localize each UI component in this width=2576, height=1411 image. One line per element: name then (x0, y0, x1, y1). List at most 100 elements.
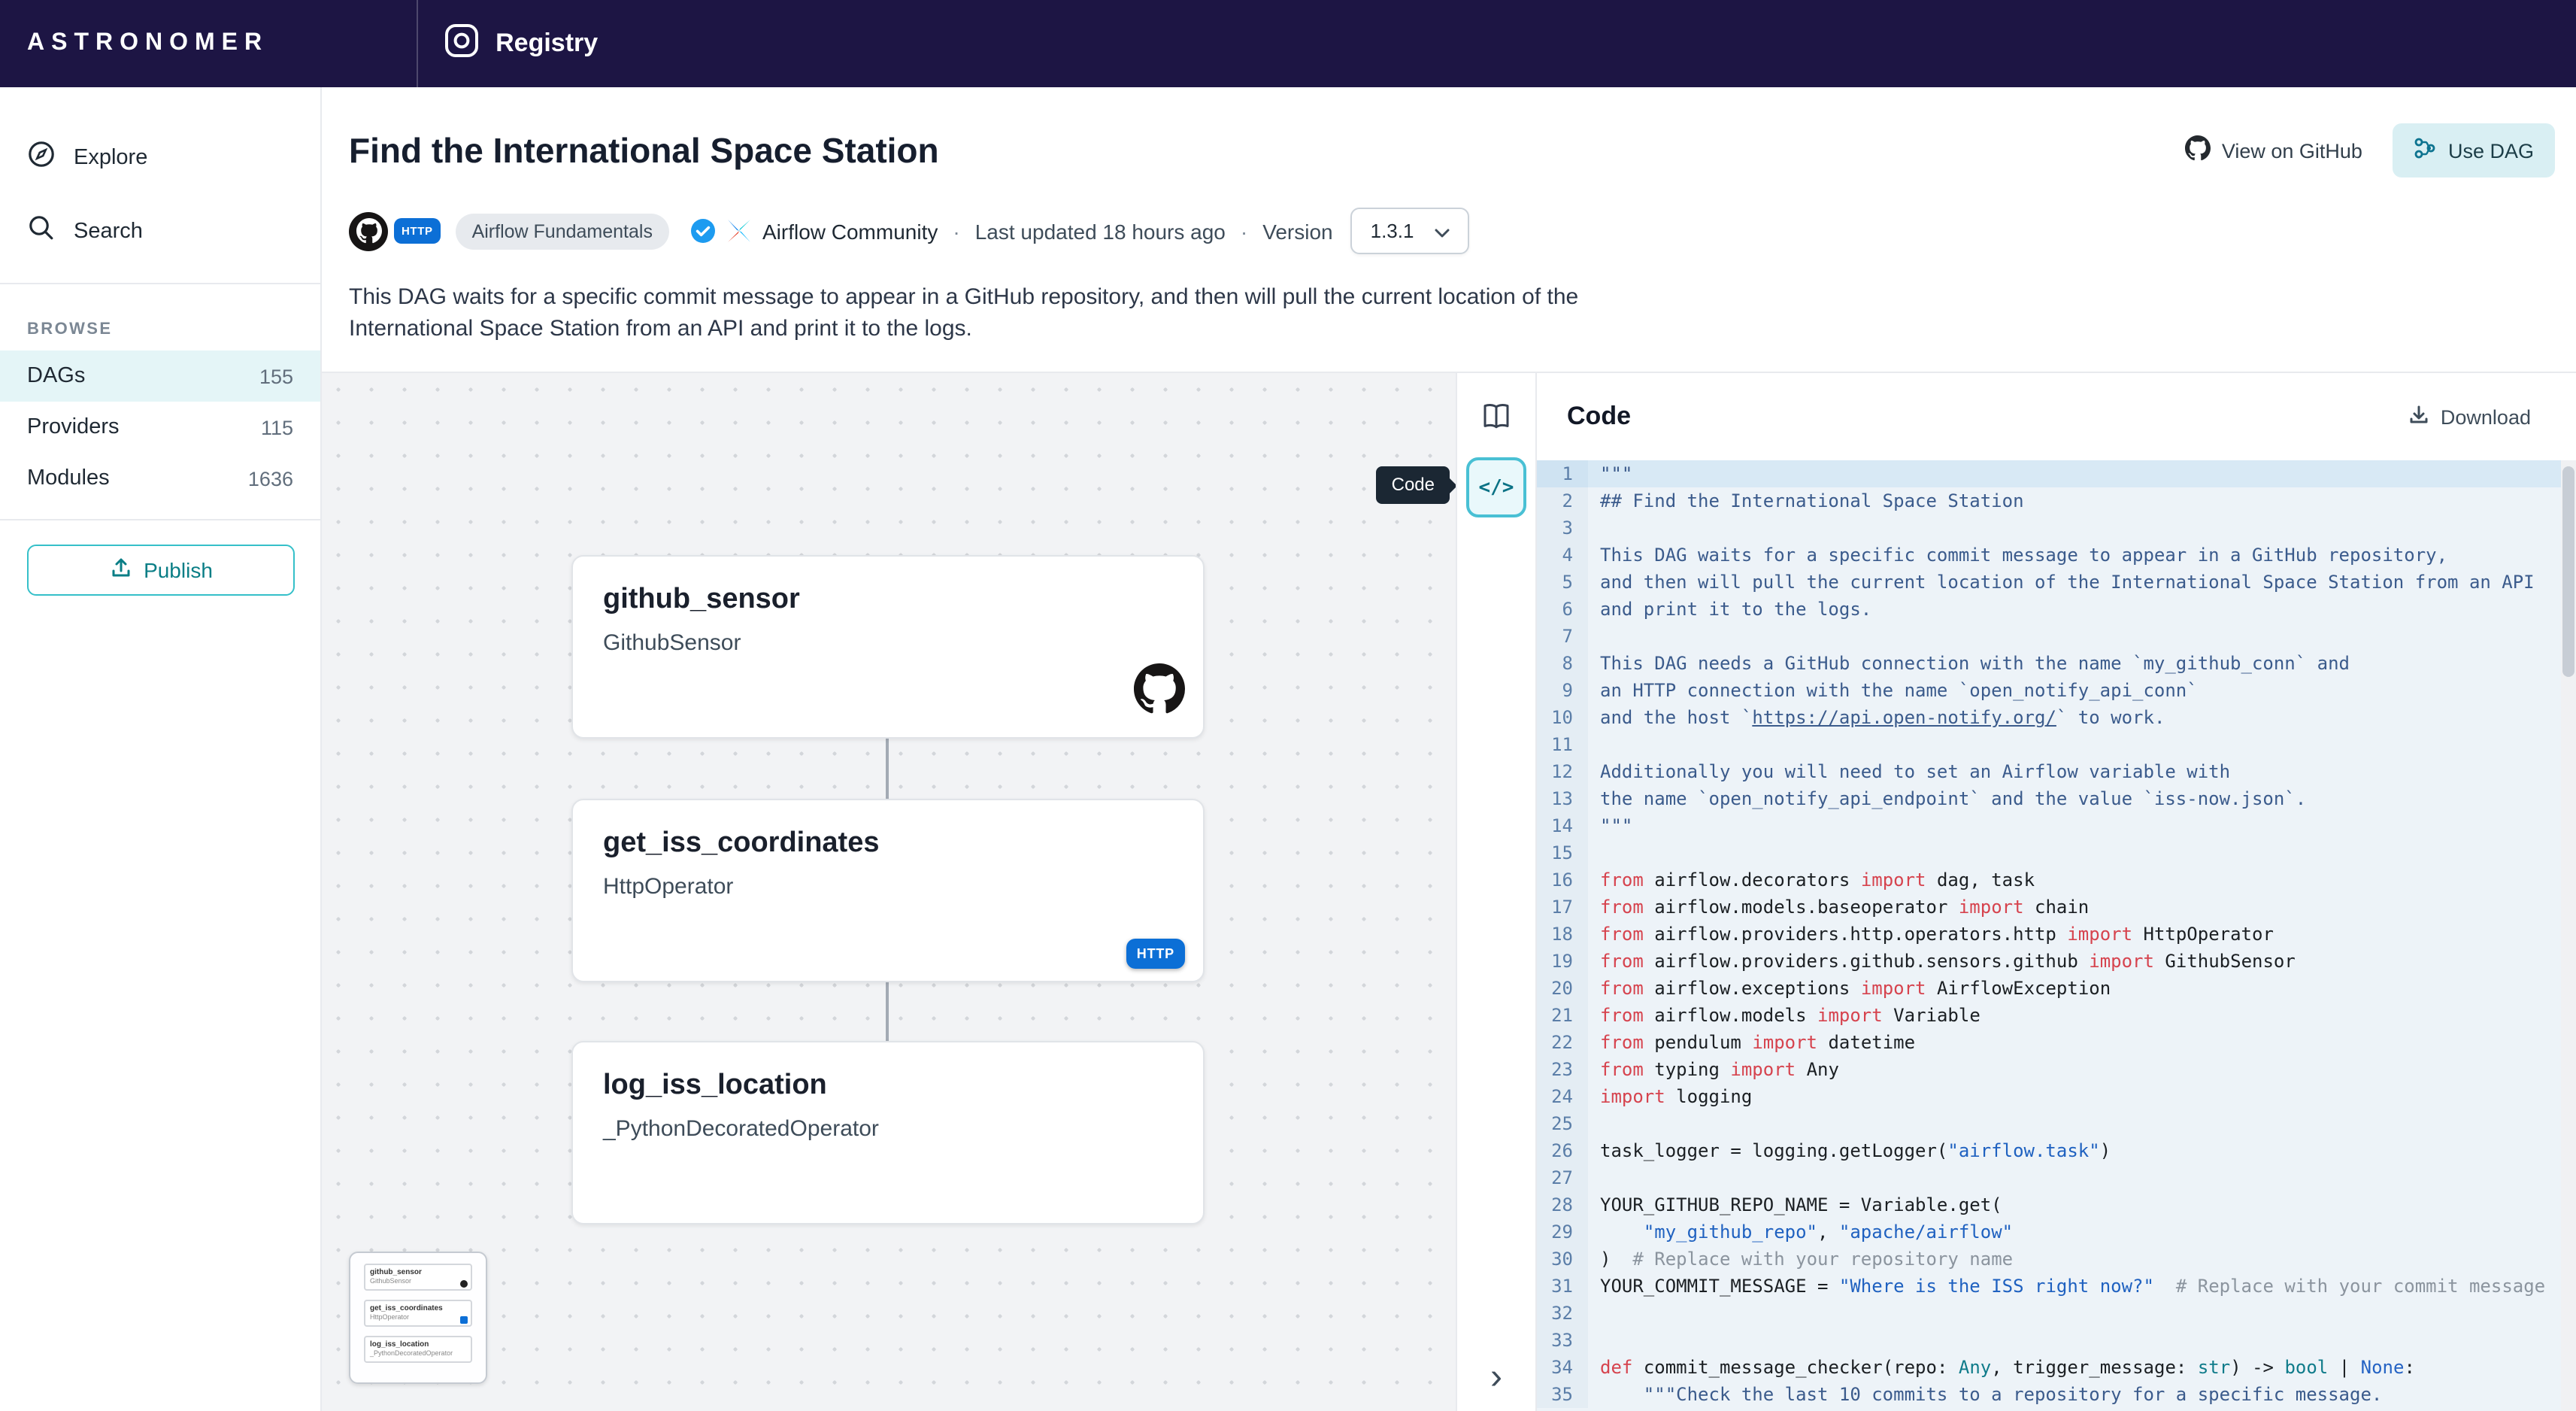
task-node-log-iss-location[interactable]: log_iss_location _PythonDecoratedOperato… (571, 1041, 1205, 1224)
http-badge: HTTP (1126, 939, 1185, 969)
minimap-node: log_iss_location _PythonDecoratedOperato… (364, 1336, 472, 1363)
view-on-github-link[interactable]: View on GitHub (2186, 135, 2362, 165)
graph-minimap[interactable]: github_sensor GithubSensor get_iss_coord… (349, 1252, 487, 1384)
task-type: HttpOperator (603, 874, 1173, 900)
workspace: github_sensor GithubSensor get_iss_coord… (322, 372, 2576, 1411)
line-number: 22 (1537, 1029, 1588, 1056)
graph-edge (886, 739, 889, 799)
readme-tab-button[interactable] (1480, 400, 1513, 433)
browse-item-label: DAGs (27, 364, 85, 388)
tag-airflow-fundamentals[interactable]: Airflow Fundamentals (456, 213, 669, 249)
sidebar-item-modules[interactable]: Modules 1636 (0, 453, 320, 504)
code-viewer[interactable]: 1"""2## Find the International Space Sta… (1537, 460, 2576, 1411)
http-operator-icon: HTTP (1126, 939, 1185, 966)
minimap-node-type: GithubSensor (370, 1277, 466, 1285)
line-content: and the host `https://api.open-notify.or… (1588, 704, 2165, 731)
airflow-logo-icon (726, 218, 752, 244)
code-line: 15 (1537, 839, 2576, 866)
line-number: 27 (1537, 1164, 1588, 1191)
code-line: 35 """Check the last 10 commits to a rep… (1537, 1381, 2576, 1408)
github-avatar[interactable] (349, 211, 388, 250)
code-line: 26task_logger = logging.getLogger("airfl… (1537, 1137, 2576, 1164)
download-label: Download (2441, 405, 2531, 428)
minimap-node: get_iss_coordinates HttpOperator (364, 1300, 472, 1327)
author-link[interactable]: Airflow Community (762, 219, 938, 243)
search-icon (27, 214, 56, 248)
astronomer-logo[interactable]: ASTRONOMER (27, 30, 268, 57)
code-line: 30) # Replace with your repository name (1537, 1246, 2576, 1273)
nav-divider (416, 0, 417, 87)
collapse-panel-chevron[interactable]: › (1490, 1360, 1502, 1396)
registry-logo-icon (441, 20, 480, 67)
line-content: """Check the last 10 commits to a reposi… (1588, 1381, 2382, 1408)
line-content: This DAG waits for a specific commit mes… (1588, 542, 2447, 569)
registry-label: Registry (496, 29, 598, 59)
code-line: 8This DAG needs a GitHub connection with… (1537, 650, 2576, 677)
line-number: 6 (1537, 596, 1588, 623)
use-dag-button[interactable]: Use DAG (2393, 123, 2555, 178)
line-number: 8 (1537, 650, 1588, 677)
use-dag-label: Use DAG (2448, 139, 2534, 162)
code-line: 17from airflow.models.baseoperator impor… (1537, 894, 2576, 921)
minimap-node-name: github_sensor (370, 1268, 466, 1277)
line-content: the name `open_notify_api_endpoint` and … (1588, 785, 2306, 812)
code-line: 14""" (1537, 812, 2576, 839)
code-line: 11 (1537, 731, 2576, 758)
page-title: Find the International Space Station (349, 130, 939, 171)
task-node-github-sensor[interactable]: github_sensor GithubSensor (571, 555, 1205, 739)
minimap-node-icon (460, 1280, 468, 1288)
line-content (1588, 1300, 1600, 1327)
line-number: 33 (1537, 1327, 1588, 1354)
line-number: 31 (1537, 1273, 1588, 1300)
line-content: an HTTP connection with the name `open_n… (1588, 677, 2198, 704)
sidebar-item-dags[interactable]: DAGs 155 (0, 350, 320, 402)
line-number: 26 (1537, 1137, 1588, 1164)
code-line: 23from typing import Any (1537, 1056, 2576, 1083)
compass-icon (27, 140, 56, 174)
branch-icon (2414, 137, 2436, 164)
line-number: 3 (1537, 514, 1588, 542)
sidebar-item-search[interactable]: Search (0, 194, 320, 268)
code-line: 19from airflow.providers.github.sensors.… (1537, 948, 2576, 975)
line-content: from airflow.providers.github.sensors.gi… (1588, 948, 2296, 975)
code-line: 31YOUR_COMMIT_MESSAGE = "Where is the IS… (1537, 1273, 2576, 1300)
task-node-get-iss-coordinates[interactable]: get_iss_coordinates HttpOperator HTTP (571, 799, 1205, 982)
sidebar-item-explore[interactable]: Explore (0, 120, 320, 194)
view-on-github-label: View on GitHub (2222, 139, 2362, 162)
minimap-node-type: _PythonDecoratedOperator (370, 1349, 466, 1357)
code-scrollbar-thumb[interactable] (2562, 466, 2574, 677)
code-panel: Code Download 1"""2## Fi (1537, 373, 2576, 1411)
task-type: _PythonDecoratedOperator (603, 1116, 1173, 1142)
line-number: 2 (1537, 487, 1588, 514)
line-number: 13 (1537, 785, 1588, 812)
line-number: 25 (1537, 1110, 1588, 1137)
line-number: 24 (1537, 1083, 1588, 1110)
code-line: 21from airflow.models import Variable (1537, 1002, 2576, 1029)
minimap-node-name: log_iss_location (370, 1340, 466, 1349)
code-line: 20from airflow.exceptions import Airflow… (1537, 975, 2576, 1002)
github-icon (1134, 663, 1185, 722)
registry-home-link[interactable]: Registry (441, 20, 598, 67)
download-button[interactable]: Download (2408, 403, 2531, 430)
task-name: github_sensor (603, 584, 1173, 617)
line-number: 4 (1537, 542, 1588, 569)
line-number: 11 (1537, 731, 1588, 758)
app-window: ASTRONOMER Registry Explore (0, 0, 2576, 1411)
sidebar-divider (0, 519, 320, 520)
line-number: 20 (1537, 975, 1588, 1002)
dag-graph-canvas[interactable]: github_sensor GithubSensor get_iss_coord… (322, 373, 1456, 1411)
code-line: 9an HTTP connection with the name `open_… (1537, 677, 2576, 704)
line-number: 30 (1537, 1246, 1588, 1273)
code-line: 29 "my_github_repo", "apache/airflow" (1537, 1218, 2576, 1246)
line-content: This DAG needs a GitHub connection with … (1588, 650, 2350, 677)
code-line: 7 (1537, 623, 2576, 650)
line-content: and then will pull the current location … (1588, 569, 2535, 596)
http-provider-badge[interactable]: HTTP (394, 218, 441, 244)
code-tab-button[interactable]: </> (1466, 457, 1526, 517)
publish-button[interactable]: Publish (27, 545, 295, 596)
line-content (1588, 514, 1600, 542)
sidebar-item-label: Explore (74, 145, 147, 169)
version-dropdown[interactable]: 1.3.1 (1351, 208, 1470, 254)
task-name: log_iss_location (603, 1070, 1173, 1103)
sidebar-item-providers[interactable]: Providers 115 (0, 402, 320, 453)
